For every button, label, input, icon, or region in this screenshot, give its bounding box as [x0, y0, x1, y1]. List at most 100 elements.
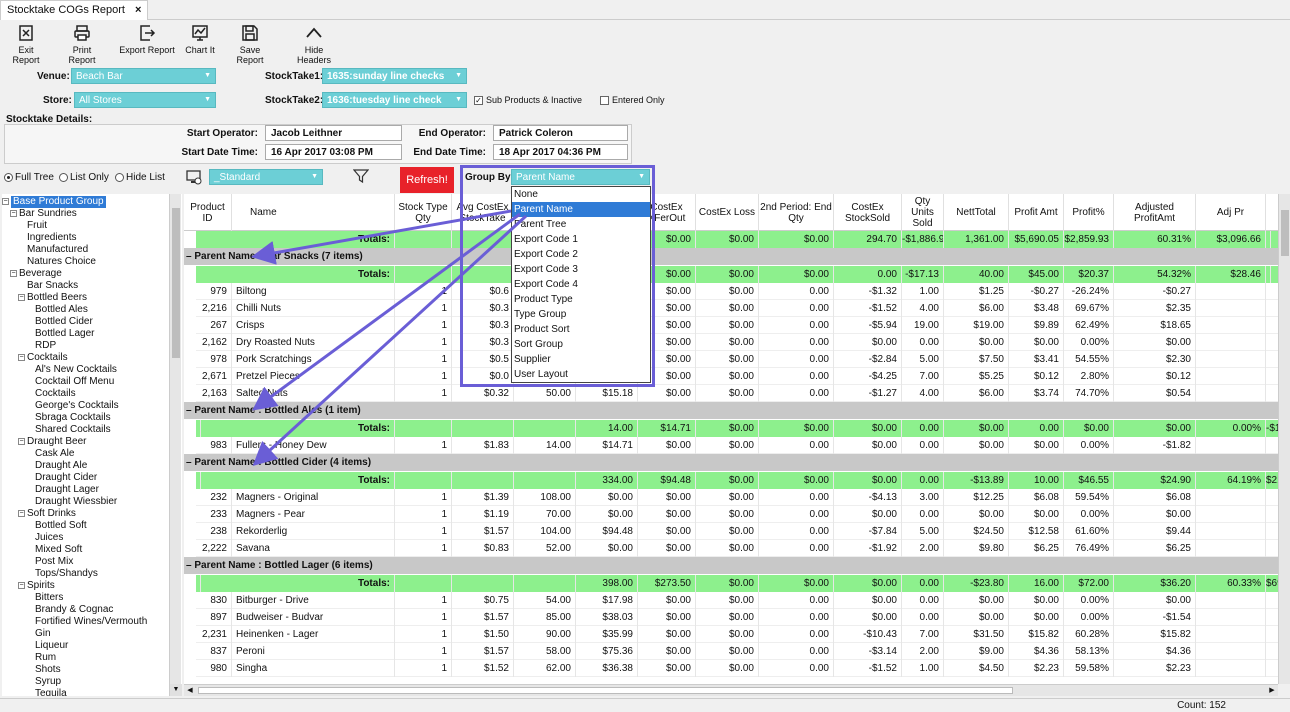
tree-node[interactable]: RDP — [35, 340, 56, 352]
tree-node[interactable]: Bottled Lager — [35, 328, 95, 340]
tree-node[interactable]: Gin — [35, 628, 51, 640]
group-by-option[interactable]: User Layout — [512, 367, 650, 382]
collapse-icon[interactable]: − — [10, 210, 17, 217]
group-by-option[interactable]: Export Code 2 — [512, 247, 650, 262]
tree-scroll-thumb[interactable] — [172, 208, 180, 358]
tree-node[interactable]: George's Cocktails — [35, 400, 119, 412]
tree-node[interactable]: Fruit — [27, 220, 47, 232]
tree-node[interactable]: Shots — [35, 664, 61, 676]
table-row[interactable]: 978Pork Scratchings1$0.5$0.00$0.00$0.000… — [196, 351, 1278, 368]
exit-report-button[interactable]: Exit Report — [4, 24, 48, 65]
grid-hscroll-thumb[interactable] — [198, 687, 1013, 694]
tree-node[interactable]: Cask Ale — [35, 448, 74, 460]
hide-headers-button[interactable]: Hide Headers — [287, 24, 341, 65]
column-header[interactable]: Stock Type Qty — [395, 194, 452, 231]
entered-only-checkbox[interactable]: Entered Only — [600, 95, 665, 105]
table-row[interactable]: 830 Bitburger - Drive 1 $0.75 54.00 $17.98 $0.… — [196, 592, 1278, 609]
layout-select[interactable]: _Standard ▼ — [209, 169, 323, 185]
group-by-option[interactable]: Type Group — [512, 307, 650, 322]
group-by-option[interactable]: Export Code 3 — [512, 262, 650, 277]
group-by-option[interactable]: Sort Group — [512, 337, 650, 352]
column-header[interactable]: Qty Units Sold — [902, 194, 944, 231]
table-row[interactable]: 232 Magners - Original 1 $1.39 108.00 $0.00 $0… — [196, 489, 1278, 506]
column-header[interactable]: CostEx StockSold — [834, 194, 902, 231]
column-header[interactable]: Product ID — [184, 194, 232, 231]
scroll-down-icon[interactable]: ▼ — [170, 684, 182, 696]
filter-icon[interactable] — [352, 168, 370, 187]
sub-products-checkbox[interactable]: ✓ Sub Products & Inactive — [474, 95, 582, 105]
tree-node[interactable]: Cocktails — [35, 388, 76, 400]
tree-node[interactable]: Syrup — [35, 676, 61, 688]
tree-node[interactable]: Al's New Cocktails — [35, 364, 117, 376]
tree-node[interactable]: Sbraga Cocktails — [35, 412, 111, 424]
tree-node[interactable]: Draught Cider — [35, 472, 97, 484]
tree-node[interactable]: Draught Wiessbier — [35, 496, 117, 508]
group-by-option[interactable]: Parent Tree — [512, 217, 650, 232]
tree-scrollbar[interactable]: ▼ — [169, 194, 182, 696]
table-row[interactable]: 983 Fullers - Honey Dew 1 $1.83 14.00 $14.71 $… — [196, 437, 1278, 454]
table-row[interactable]: 2,216Chilli Nuts1$0.3$0.00$0.00$0.000.00… — [196, 300, 1278, 317]
totals-row[interactable]: Totals:$0.00$0.00$0.00294.70-$1,886.901,… — [196, 231, 1278, 248]
tree-node[interactable]: Tops/Shandys — [35, 568, 98, 580]
table-row[interactable]: 267Crisps1$0.3$0.00$0.00$0.000.00-$5.941… — [196, 317, 1278, 334]
tree-node[interactable]: Spirits — [27, 580, 55, 592]
tree-node[interactable]: Cocktails — [27, 352, 68, 364]
collapse-icon[interactable]: − — [18, 582, 25, 589]
column-header[interactable]: Profit% — [1064, 194, 1114, 231]
group-row[interactable]: – Parent Name : Bar Snacks (7 items) — [184, 248, 1278, 265]
group-by-select[interactable]: Parent Name ▼ — [511, 169, 650, 185]
group-row[interactable]: – Parent Name : Bottled Cider (4 items) — [184, 454, 1278, 471]
tree-node[interactable]: Rum — [35, 652, 56, 664]
group-row[interactable]: – Parent Name : Bottled Ales (1 item) — [184, 402, 1278, 419]
print-report-button[interactable]: Print Report — [58, 24, 106, 65]
group-by-option[interactable]: Product Type — [512, 292, 650, 307]
tree-node[interactable]: Bottled Soft — [35, 520, 87, 532]
column-header[interactable]: 2nd Period: End Qty — [759, 194, 834, 231]
tree-node[interactable]: Brandy & Cognac — [35, 604, 113, 616]
table-row[interactable]: 2,671Pretzel Pieces1$0.0$0.00$0.00$0.000… — [196, 368, 1278, 385]
tree-node[interactable]: Bottled Beers — [27, 292, 87, 304]
totals-row[interactable]: Totals: 334.00 $94.48 $0.00 $0.00 $0.00 0.00 -$… — [196, 472, 1278, 489]
tree-node[interactable]: Draught Beer — [27, 436, 86, 448]
collapse-icon[interactable]: − — [18, 354, 25, 361]
tree-node[interactable]: Liqueur — [35, 640, 68, 652]
tree-node[interactable]: Bottled Ales — [35, 304, 88, 316]
tree-node[interactable]: Manufactured — [27, 244, 88, 256]
tree-node[interactable]: Beverage — [19, 268, 62, 280]
group-row[interactable]: – Parent Name : Bottled Lager (6 items) — [184, 557, 1278, 574]
table-row[interactable]: 2,162Dry Roasted Nuts1$0.3$0.00$0.00$0.0… — [196, 334, 1278, 351]
tree-node[interactable]: Juices — [35, 532, 63, 544]
table-row[interactable]: 980 Singha 1 $1.52 62.00 $36.38 $0.00 $0.00 0.00… — [196, 660, 1278, 677]
scroll-right-icon[interactable]: ▶ — [1266, 685, 1278, 696]
group-by-option[interactable]: Parent Name — [512, 202, 650, 217]
collapse-icon[interactable]: − — [18, 510, 25, 517]
full-tree-radio[interactable]: Full Tree — [4, 172, 54, 183]
grid-horizontal-scrollbar[interactable]: ◀ ▶ — [184, 684, 1278, 696]
collapse-icon[interactable]: − — [2, 198, 9, 205]
column-header[interactable]: CostEx Loss — [696, 194, 759, 231]
report-tab[interactable]: Stocktake COGs Report × — [0, 0, 149, 20]
grid-vertical-scrollbar[interactable] — [1278, 194, 1290, 684]
close-icon[interactable]: × — [135, 4, 141, 17]
column-header[interactable]: Profit Amt — [1009, 194, 1064, 231]
table-row[interactable]: 2,222 Savana 1 $0.83 52.00 $0.00 $0.00 $0.00 0.0… — [196, 540, 1278, 557]
group-by-option[interactable]: Export Code 1 — [512, 232, 650, 247]
tree-node[interactable]: Tequila — [35, 688, 67, 696]
table-row[interactable]: 238 Rekorderlig 1 $1.57 104.00 $94.48 $0.00 $0.… — [196, 523, 1278, 540]
layout-settings-icon[interactable] — [186, 169, 202, 188]
hide-list-radio[interactable]: Hide List — [115, 172, 165, 183]
refresh-button[interactable]: Refresh! — [400, 167, 454, 193]
tree-node[interactable]: Bar Snacks — [27, 280, 78, 292]
table-row[interactable]: 233 Magners - Pear 1 $1.19 70.00 $0.00 $0.00 $0… — [196, 506, 1278, 523]
save-report-button[interactable]: Save Report — [226, 24, 274, 65]
grid-scroll-thumb[interactable] — [1281, 210, 1289, 256]
column-header[interactable]: Avg CostEx StockTake — [452, 194, 514, 231]
group-by-option[interactable]: Supplier — [512, 352, 650, 367]
table-row[interactable]: 2,231 Heinenken - Lager 1 $1.50 90.00 $35.99 $… — [196, 626, 1278, 643]
table-row[interactable]: 2,163 Salted Nuts 1 $0.32 50.00 $15.18 $0.00 $0… — [196, 385, 1278, 402]
tree-node[interactable]: Bar Sundries — [19, 208, 77, 220]
totals-row[interactable]: Totals: 14.00 $14.71 $0.00 $0.00 $0.00 0.00 $0.… — [196, 420, 1278, 437]
list-only-radio[interactable]: List Only — [59, 172, 109, 183]
tree-node[interactable]: Draught Ale — [35, 460, 87, 472]
totals-row[interactable]: Totals: 398.00 $273.50 $0.00 $0.00 $0.00 0.00-… — [196, 575, 1278, 592]
